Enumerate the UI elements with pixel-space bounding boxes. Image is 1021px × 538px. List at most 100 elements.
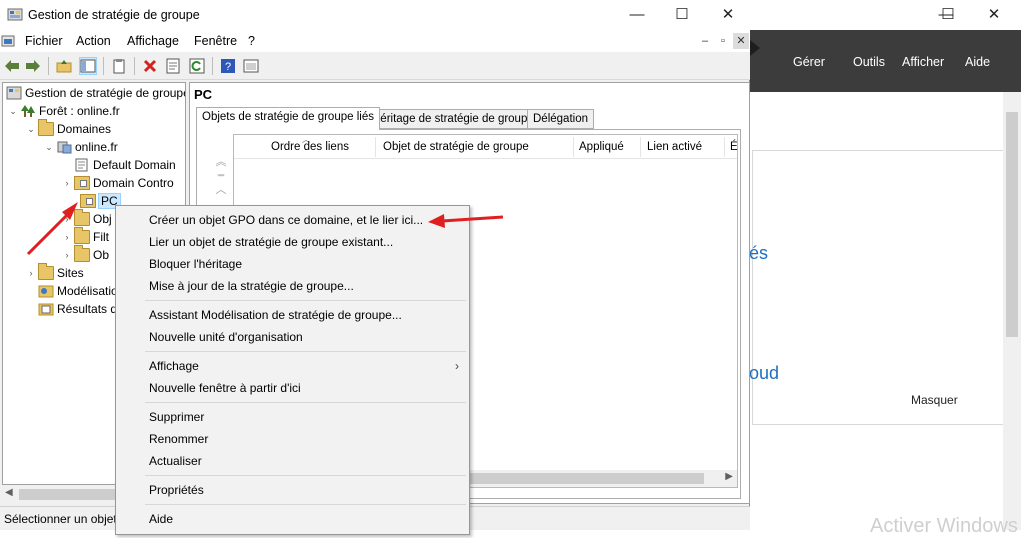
help-icon[interactable]: ?: [219, 57, 237, 75]
move-top-icon[interactable]: ︽ ‗: [209, 157, 233, 177]
refresh-icon[interactable]: [188, 57, 206, 75]
mdi-child-icon[interactable]: [0, 33, 16, 49]
tree-item-label: Gestion de stratégie de groupe: [25, 86, 186, 100]
menu-item-delete[interactable]: Supprimer: [149, 410, 204, 424]
mdi-restore-button[interactable]: ▫: [715, 33, 731, 49]
tree-item[interactable]: ⌄ Forêt : online.fr: [7, 102, 120, 120]
tree-item[interactable]: › Filt: [61, 227, 109, 246]
collapse-chevron-icon[interactable]: ›: [25, 268, 37, 278]
activation-watermark: Activer Windows: [870, 515, 1018, 537]
title-bar: Gestion de stratégie de groupe — ☐ ✕: [0, 0, 750, 30]
hide-link[interactable]: Masquer: [911, 393, 958, 407]
mdi-close-button[interactable]: ✕: [733, 33, 749, 49]
menu-item-refresh[interactable]: Actualiser: [149, 454, 202, 468]
collapse-chevron-icon[interactable]: ›: [61, 250, 73, 260]
bg-vertical-scrollbar[interactable]: [1003, 92, 1021, 530]
tree-item[interactable]: › Obj: [61, 209, 112, 228]
window-title: Gestion de stratégie de groupe: [28, 8, 200, 22]
menu-help[interactable]: Aide: [965, 55, 990, 69]
collapse-chevron-icon[interactable]: ›: [61, 178, 73, 188]
tree-item-label: Filt: [93, 230, 109, 244]
clipboard-icon[interactable]: [110, 57, 128, 75]
svg-text:?: ?: [225, 61, 231, 73]
menu-item-new-ou[interactable]: Nouvelle unité d'organisation: [149, 330, 303, 344]
collapse-chevron-icon[interactable]: ›: [61, 214, 73, 224]
menu-item-link-existing-gpo[interactable]: Lier un objet de stratégie de groupe exi…: [149, 235, 393, 249]
bg-maximize-button[interactable]: ☐: [930, 2, 966, 28]
status-text: Sélectionner un objet: [4, 512, 117, 526]
move-up-icon[interactable]: ︿: [209, 185, 233, 204]
link-order-buttons: ︽ ‗ ︿: [209, 157, 233, 204]
column-gpo[interactable]: Objet de stratégie de groupe: [383, 141, 529, 153]
list-header: ︿ Ordre des liens Objet de stratégie de …: [234, 135, 738, 159]
folder-icon: [38, 263, 54, 280]
tree-item[interactable]: Résultats de: [37, 300, 124, 318]
menu-manage[interactable]: Gérer: [793, 55, 825, 69]
menu-tools[interactable]: Outils: [853, 55, 885, 69]
tab-delegation[interactable]: Délégation: [527, 109, 594, 129]
column-link-order[interactable]: Ordre des liens: [271, 141, 349, 153]
partial-link-text[interactable]: és: [749, 243, 768, 264]
tab-linked-gpos[interactable]: Objets de stratégie de groupe liés: [196, 107, 380, 130]
menu-item-rename[interactable]: Renommer: [149, 432, 208, 446]
menu-item-properties[interactable]: Propriétés: [149, 483, 204, 497]
collapse-chevron-icon[interactable]: ›: [61, 232, 73, 242]
show-hide-tree-icon[interactable]: [79, 57, 97, 75]
back-icon[interactable]: [3, 57, 21, 75]
tree-item-pc[interactable]: PC: [79, 192, 121, 210]
minimize-button[interactable]: —: [617, 2, 657, 28]
gpmc-root-icon: [6, 86, 22, 100]
console-view-icon[interactable]: [242, 57, 260, 75]
menu-item-group-policy-update[interactable]: Mise à jour de la stratégie de groupe...: [149, 279, 354, 293]
menu-item-modeling-wizard[interactable]: Assistant Modélisation de stratégie de g…: [149, 308, 402, 322]
menu-item-create-gpo[interactable]: Créer un objet GPO dans ce domaine, et l…: [149, 213, 423, 227]
tree-item[interactable]: ⌄ online.fr: [43, 138, 117, 156]
tree-item[interactable]: Gestion de stratégie de groupe: [5, 84, 186, 102]
tree-item[interactable]: ⌄ Domaines: [25, 119, 112, 138]
column-link-enabled[interactable]: Lien activé: [647, 141, 702, 153]
modeling-icon: [38, 285, 54, 298]
tree-item-label: Domaines: [57, 122, 112, 136]
results-icon: [38, 303, 54, 316]
menu-help[interactable]: ?: [248, 34, 255, 48]
maximize-button[interactable]: ☐: [662, 2, 702, 28]
column-status[interactable]: É: [730, 141, 738, 153]
menu-file[interactable]: Fichier: [25, 34, 63, 48]
partial-link-text[interactable]: oud: [749, 363, 779, 384]
tab-inheritance[interactable]: Héritage de stratégie de groupe: [366, 109, 540, 129]
mdi-minimize-button[interactable]: –: [697, 33, 713, 49]
menu-view[interactable]: Afficher: [902, 55, 944, 69]
tree-item[interactable]: › Sites: [25, 263, 84, 282]
welcome-panel: és oud: [749, 150, 1006, 425]
folder-icon: [38, 119, 54, 136]
tree-item[interactable]: › Ob: [61, 245, 110, 264]
tree-item-label: Forêt : online.fr: [39, 104, 120, 118]
server-manager-menubar: Gérer Outils Afficher Aide: [750, 30, 1021, 92]
menu-item-help[interactable]: Aide: [149, 512, 173, 526]
tree-item[interactable]: Default Domain: [73, 156, 176, 174]
server-manager-titlebar: — ☐ ✕: [750, 0, 1021, 30]
forward-icon[interactable]: [24, 57, 42, 75]
column-enforced[interactable]: Appliqué: [579, 141, 624, 153]
menu-item-new-window[interactable]: Nouvelle fenêtre à partir d'ici: [149, 381, 301, 395]
menu-view[interactable]: Affichage: [127, 34, 179, 48]
forest-icon: [21, 105, 35, 117]
expand-chevron-icon[interactable]: ⌄: [43, 142, 55, 153]
context-menu: Créer un objet GPO dans ce domaine, et l…: [115, 205, 470, 535]
menu-action[interactable]: Action: [76, 34, 111, 48]
tree-item[interactable]: Modélisation: [37, 282, 124, 300]
expand-chevron-icon[interactable]: ⌄: [7, 106, 19, 117]
tree-item[interactable]: › Domain Contro: [61, 174, 174, 192]
menu-window[interactable]: Fenêtre: [194, 34, 237, 48]
expand-chevron-icon[interactable]: ⌄: [25, 124, 37, 135]
up-folder-icon[interactable]: [55, 57, 73, 75]
delete-icon[interactable]: [141, 57, 159, 75]
tree-item-label: Ob: [93, 248, 110, 262]
ou-folder-icon: [74, 176, 90, 190]
menu-item-view[interactable]: Affichage: [149, 359, 199, 373]
menu-item-block-inheritance[interactable]: Bloquer l'héritage: [149, 257, 242, 271]
properties-icon[interactable]: [164, 57, 182, 75]
close-button[interactable]: ✕: [708, 2, 748, 28]
menu-bar: Fichier Action Affichage Fenêtre ? – ▫ ✕: [0, 30, 750, 52]
bg-close-button[interactable]: ✕: [976, 2, 1012, 28]
